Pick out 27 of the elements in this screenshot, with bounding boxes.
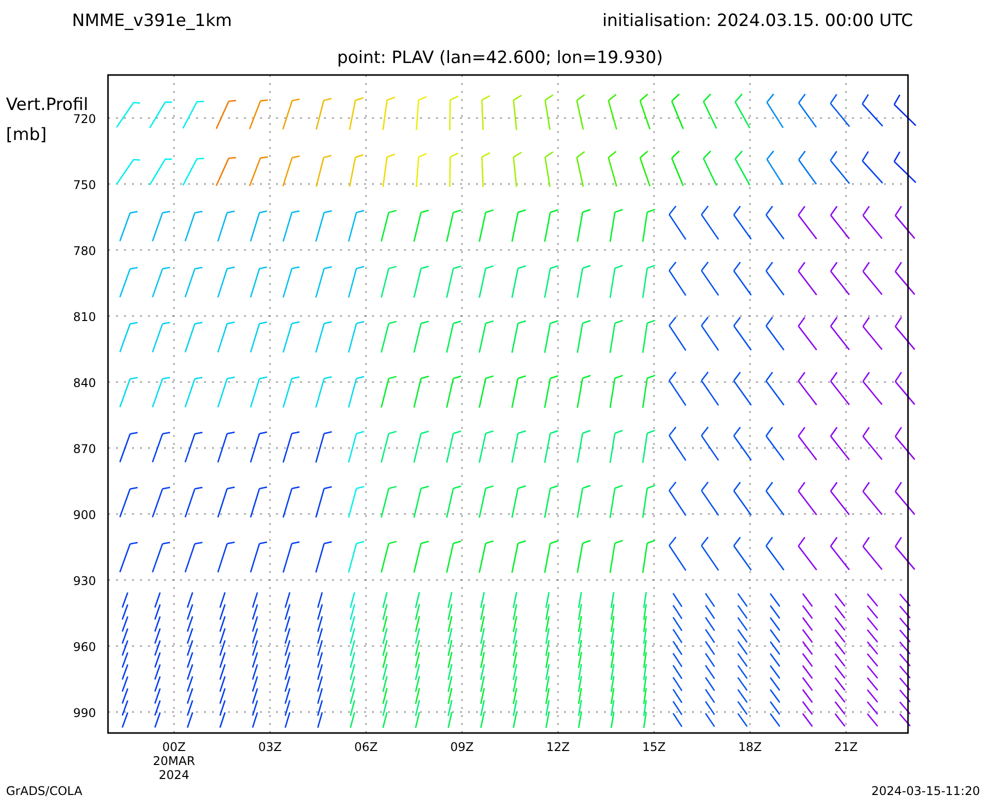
y-tick-label: 990 (73, 706, 96, 720)
x-tick-label: 2024 (158, 768, 190, 782)
axis-title: Vert.Profil (6, 95, 88, 115)
initialisation-time: initialisation: 2024.03.15. 00:00 UTC (602, 11, 913, 31)
x-tick-label: 20MAR (152, 754, 196, 768)
x-tick-label: 03Z (258, 740, 282, 754)
x-tick-label: 15Z (642, 740, 666, 754)
axis-unit: [mb] (6, 125, 47, 145)
y-tick-label: 930 (73, 574, 96, 588)
y-tick-label: 780 (73, 244, 96, 258)
x-tick-label: 21Z (834, 740, 858, 754)
x-tick-label: 06Z (354, 740, 378, 754)
y-tick-label: 750 (73, 178, 96, 192)
model-title: NMME_v391e_1km (72, 11, 232, 31)
y-tick-label: 720 (73, 112, 96, 126)
y-tick-label: 840 (73, 376, 96, 390)
x-tick-label: 12Z (546, 740, 570, 754)
point-title: point: PLAV (lan=42.600; lon=19.930) (337, 48, 663, 68)
y-tick-label: 810 (73, 310, 96, 324)
y-tick-label: 960 (73, 640, 96, 654)
y-tick-label: 900 (73, 508, 96, 522)
x-tick-label: 00Z (162, 740, 186, 754)
x-tick-label: 09Z (450, 740, 474, 754)
x-tick-label: 18Z (738, 740, 762, 754)
y-tick-label: 870 (73, 442, 96, 456)
timestamp-label: 2024-03-15-11:20 (871, 784, 980, 798)
credit-label: GrADS/COLA (6, 784, 82, 798)
